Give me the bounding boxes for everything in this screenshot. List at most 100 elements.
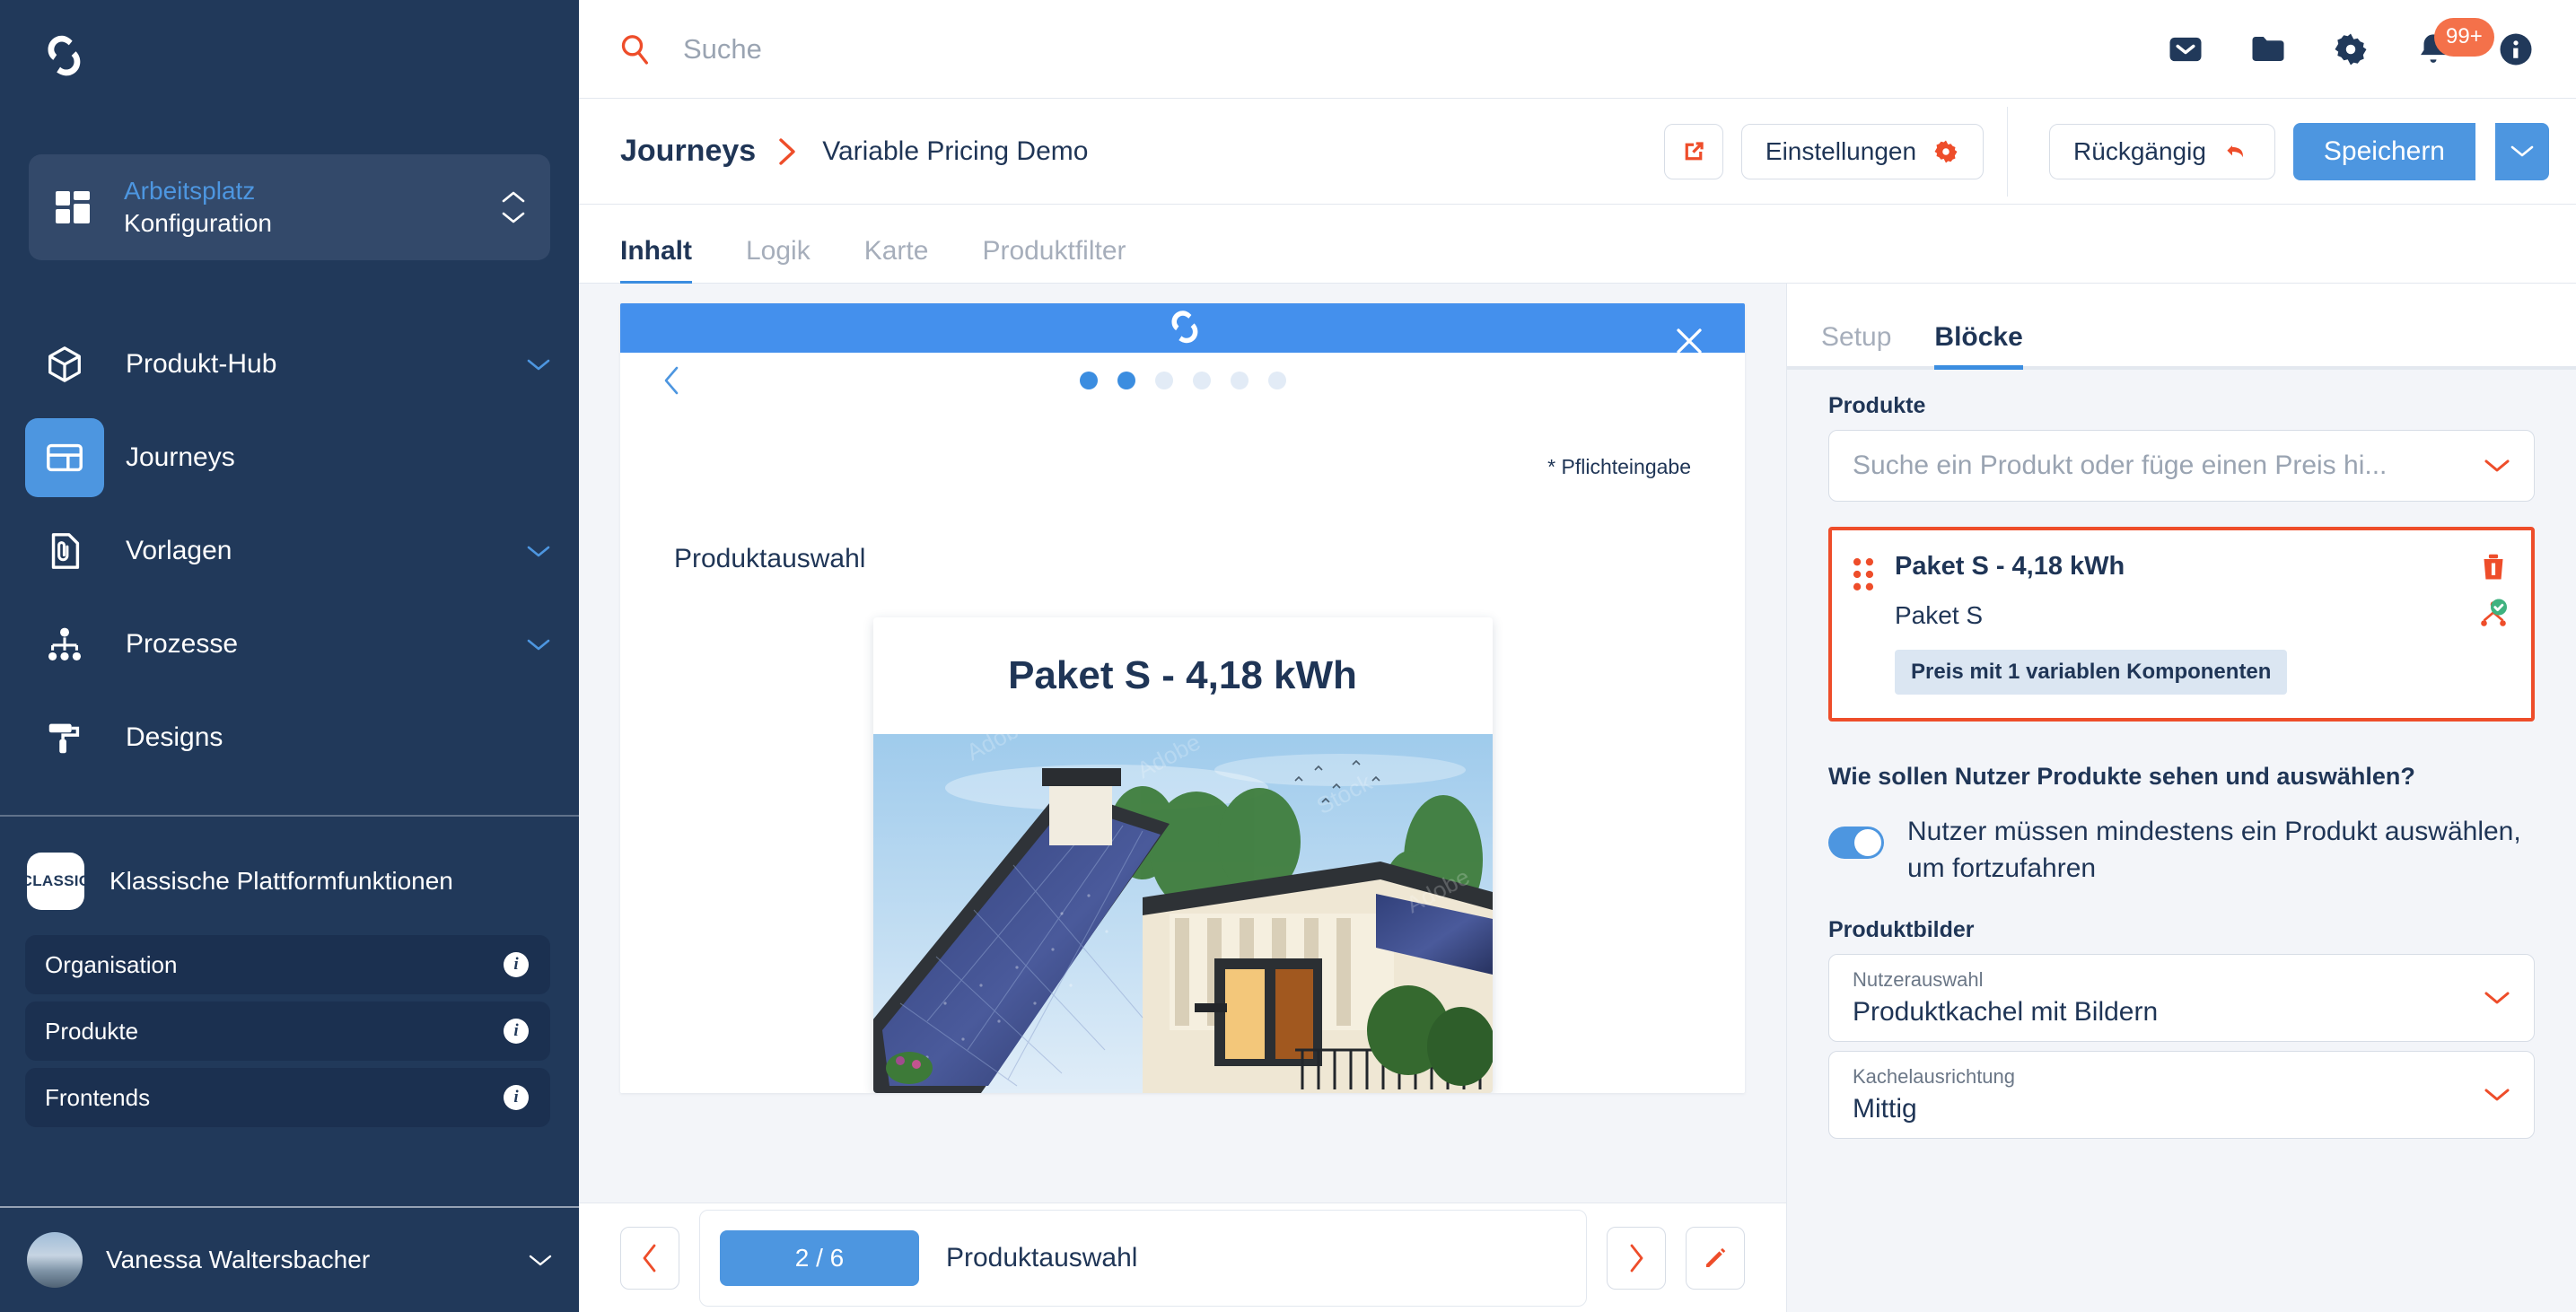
settings-button[interactable]: Einstellungen bbox=[1740, 123, 1985, 179]
mail-icon[interactable] bbox=[2167, 31, 2204, 68]
step-dot[interactable] bbox=[1230, 371, 1249, 389]
chevron-down-icon[interactable] bbox=[527, 545, 550, 558]
preview-step-indicator bbox=[620, 353, 1745, 408]
tab-karte[interactable]: Karte bbox=[864, 236, 929, 285]
workspace-name: Arbeitsplatz bbox=[124, 177, 256, 206]
nav-icon-wrap bbox=[25, 698, 104, 777]
sidebar-item-journeys[interactable]: Journeys bbox=[0, 411, 579, 504]
notification-badge: 99+ bbox=[2434, 17, 2494, 57]
chevron-right-icon bbox=[779, 137, 795, 165]
drag-handle-icon[interactable] bbox=[1852, 557, 1875, 591]
chevron-down-icon[interactable] bbox=[527, 638, 550, 652]
nav-icon-wrap bbox=[25, 605, 104, 684]
cycle-logo-icon bbox=[1171, 311, 1197, 344]
chevron-up-icon bbox=[502, 191, 525, 203]
user-profile-row[interactable]: Vanessa Waltersbacher bbox=[0, 1206, 579, 1312]
content-tabs: Inhalt Logik Karte Produktfilter bbox=[579, 205, 2576, 285]
tab-setup[interactable]: Setup bbox=[1821, 322, 1891, 370]
step-dot[interactable] bbox=[1154, 371, 1173, 389]
step-dot[interactable] bbox=[1117, 371, 1135, 389]
settings-button-label: Einstellungen bbox=[1765, 136, 1917, 165]
classic-item-label: Organisation bbox=[45, 950, 178, 978]
tile-alignment-select[interactable]: Kachelausrichtung Mittig bbox=[1828, 1051, 2535, 1139]
step-dots bbox=[1079, 371, 1286, 389]
prev-page-button[interactable] bbox=[620, 1226, 679, 1290]
undo-button[interactable]: Rückgängig bbox=[2049, 123, 2275, 179]
preview-product-title: Paket S - 4,18 kWh bbox=[1008, 653, 1357, 697]
edit-page-button[interactable] bbox=[1686, 1226, 1745, 1290]
require-selection-row[interactable]: Nutzer müssen mindestens ein Produkt aus… bbox=[1828, 814, 2535, 887]
variant-check-icon[interactable] bbox=[2477, 597, 2510, 631]
document-clip-icon bbox=[51, 533, 80, 569]
product-item-top: Paket S - 4,18 kWh Paket S Preis mit 1 v… bbox=[1852, 552, 2508, 695]
sidebar-item-prozesse[interactable]: Prozesse bbox=[0, 598, 579, 691]
tab-produktfilter[interactable]: Produktfilter bbox=[982, 236, 1126, 285]
step-dot[interactable] bbox=[1192, 371, 1211, 389]
main-area: 99+ Journeys Variable Pricing Demo bbox=[579, 0, 2576, 1312]
brand-logo[interactable] bbox=[0, 0, 579, 101]
folder-icon[interactable] bbox=[2249, 31, 2287, 68]
workspace-switcher[interactable]: Arbeitsplatz Konfiguration bbox=[29, 154, 550, 260]
require-selection-toggle[interactable] bbox=[1828, 827, 1884, 859]
product-search-placeholder: Suche ein Produkt oder füge einen Preis … bbox=[1853, 450, 2388, 480]
selected-product-item[interactable]: Paket S - 4,18 kWh Paket S Preis mit 1 v… bbox=[1828, 527, 2535, 722]
paint-roller-icon bbox=[48, 723, 80, 754]
tab-logik[interactable]: Logik bbox=[746, 236, 810, 285]
chevron-left-icon[interactable] bbox=[662, 365, 681, 396]
workspace-stepper[interactable] bbox=[502, 190, 525, 224]
sidebar-item-frontends[interactable]: Frontends i bbox=[25, 1068, 550, 1127]
user-name: Vanessa Waltersbacher bbox=[106, 1246, 371, 1273]
user-selection-caption: Nutzerauswahl bbox=[1853, 968, 1984, 991]
main-nav: Produkt-Hub Journeys Vorlagen Prozesse D… bbox=[0, 318, 579, 784]
global-search[interactable] bbox=[579, 31, 2167, 67]
tab-bloecke[interactable]: Blöcke bbox=[1934, 322, 2023, 370]
trash-icon[interactable] bbox=[2477, 550, 2510, 584]
sidebar-item-produkt-hub[interactable]: Produkt-Hub bbox=[0, 318, 579, 411]
sidebar-item-organisation[interactable]: Organisation i bbox=[25, 935, 550, 994]
user-selection-select[interactable]: Nutzerauswahl Produktkachel mit Bildern bbox=[1828, 954, 2535, 1042]
info-icon[interactable]: i bbox=[504, 952, 529, 977]
preview-header bbox=[620, 303, 1745, 354]
save-button[interactable]: Speichern bbox=[2292, 122, 2475, 180]
step-dot[interactable] bbox=[1079, 371, 1098, 389]
sidebar-item-label: Journeys bbox=[126, 442, 235, 472]
preview-product-card[interactable]: Paket S - 4,18 kWh Adobe Adobe Stock Ado… bbox=[872, 617, 1493, 1093]
page-label: Produktauswahl bbox=[946, 1242, 1138, 1273]
sidebar-item-designs[interactable]: Designs bbox=[0, 691, 579, 784]
chevron-down-icon bbox=[2484, 1089, 2510, 1101]
hierarchy-icon bbox=[48, 627, 82, 661]
chevron-down-icon bbox=[2484, 459, 2510, 472]
top-bar: 99+ bbox=[579, 0, 2576, 99]
page-navigator: 2 / 6 Produktauswahl bbox=[579, 1203, 1786, 1312]
info-icon[interactable] bbox=[2497, 31, 2535, 68]
tile-alignment-texts: Kachelausrichtung Mittig bbox=[1853, 1065, 2484, 1124]
sidebar-item-produkte[interactable]: Produkte i bbox=[25, 1001, 550, 1061]
sidebar: Arbeitsplatz Konfiguration Produkt-Hub J… bbox=[0, 0, 579, 1312]
tile-alignment-caption: Kachelausrichtung bbox=[1853, 1065, 2016, 1088]
products-label: Produkte bbox=[1828, 393, 1926, 418]
product-search-select[interactable]: Suche ein Produkt oder füge einen Preis … bbox=[1828, 430, 2535, 502]
info-icon[interactable]: i bbox=[504, 1085, 529, 1110]
current-page-card[interactable]: 2 / 6 Produktauswahl bbox=[699, 1209, 1587, 1307]
breadcrumb-current: Variable Pricing Demo bbox=[822, 136, 1089, 166]
chevron-down-icon bbox=[2510, 145, 2534, 157]
chevron-down-icon[interactable] bbox=[529, 1254, 552, 1267]
info-icon[interactable]: i bbox=[504, 1019, 529, 1044]
inspector-tabs: Setup Blöcke bbox=[1787, 284, 2576, 370]
product-images-label: Produktbilder bbox=[1828, 917, 1975, 942]
external-link-icon bbox=[1685, 141, 1704, 160]
journey-preview: * Pflichteingabe Produktauswahl Paket S … bbox=[620, 303, 1745, 1093]
breadcrumb-root[interactable]: Journeys bbox=[620, 134, 756, 169]
search-input[interactable] bbox=[653, 32, 1191, 66]
cycle-logo-icon bbox=[48, 35, 81, 76]
open-external-button[interactable] bbox=[1663, 123, 1723, 179]
chevron-down-icon[interactable] bbox=[527, 358, 550, 372]
next-page-button[interactable] bbox=[1607, 1226, 1666, 1290]
sidebar-item-vorlagen[interactable]: Vorlagen bbox=[0, 504, 579, 598]
preview-body: * Pflichteingabe Produktauswahl Paket S … bbox=[620, 408, 1745, 1093]
tab-inhalt[interactable]: Inhalt bbox=[620, 236, 692, 285]
gear-icon[interactable] bbox=[2332, 31, 2370, 68]
step-dot[interactable] bbox=[1267, 371, 1286, 389]
notifications-button[interactable]: 99+ bbox=[2414, 17, 2494, 68]
save-options-button[interactable] bbox=[2493, 122, 2549, 180]
